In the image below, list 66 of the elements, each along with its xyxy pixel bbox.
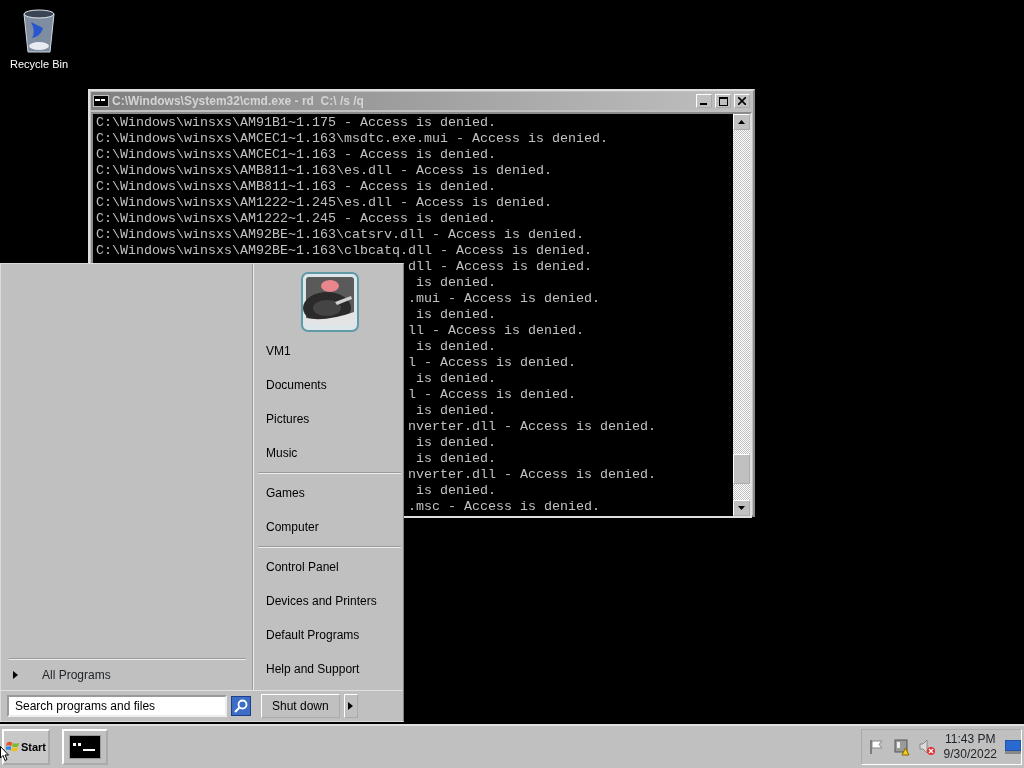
console-line: is denied.: [415, 451, 496, 466]
speaker-muted-icon[interactable]: [917, 738, 936, 756]
menu-item[interactable]: VM1: [258, 334, 401, 368]
shut-down-options-button[interactable]: [343, 694, 358, 718]
down-arrow-icon: [738, 506, 745, 510]
console-line: .msc - Access is denied.: [408, 499, 600, 514]
console-line: C:\Windows\winsxs\AMB811~1.163\es.dll - Access is denied.: [96, 163, 552, 178]
console-line: dll - Access is denied.: [408, 259, 592, 274]
console-line: C:\Windows\winsxs\AMCEC1~1.163 - Access is denied.: [96, 147, 496, 162]
console-line: C:\Windows\winsxs\AM1222~1.245\es.dll - Access is denied.: [96, 195, 552, 210]
all-programs-item[interactable]: All Programs: [9, 658, 246, 684]
console-line: is denied.: [415, 403, 496, 418]
scroll-down-button[interactable]: [733, 500, 750, 516]
menu-item[interactable]: Computer: [258, 510, 401, 544]
console-line: l - Access is denied.: [408, 387, 576, 402]
console-line: nverter.dll - Access is denied.: [408, 419, 656, 434]
clock-time: 11:43 PM: [945, 732, 996, 747]
menu-item[interactable]: Music: [258, 436, 401, 470]
console-line: C:\Windows\winsxs\AM91B1~1.175 - Access is denied.: [96, 115, 496, 130]
network-warning-icon[interactable]: [891, 738, 910, 756]
menu-item[interactable]: Control Panel: [258, 550, 401, 584]
console-line: is denied.: [415, 275, 496, 290]
icon-label: Recycle Bin: [9, 57, 69, 72]
console-line: C:\Windows\winsxs\AM92BE~1.163\catsrv.dll - Access is denied.: [96, 227, 584, 242]
mouse-cursor-icon: [0, 745, 10, 763]
maximize-button[interactable]: [715, 94, 731, 108]
start-button[interactable]: Start: [2, 729, 50, 765]
console-line: ll - Access is denied.: [408, 323, 584, 338]
window-title: C:\Windows\System32\cmd.exe - rd C:\ /s /q: [112, 93, 365, 110]
console-icon: [93, 95, 109, 107]
console-line: is denied.: [415, 307, 496, 322]
close-icon: [738, 97, 746, 105]
search-button[interactable]: [231, 696, 251, 716]
console-line: nverter.dll - Access is denied.: [408, 467, 656, 482]
console-line: l - Access is denied.: [408, 355, 576, 370]
console-line: C:\Windows\winsxs\AMB811~1.163 - Access is denied.: [96, 179, 496, 194]
arrow-icon: [348, 702, 354, 710]
console-line: C:\Windows\winsxs\AM92BE~1.163\clbcatq.dll - Access is denied.: [96, 243, 592, 258]
menu-item[interactable]: Help and Support: [258, 652, 401, 686]
menu-item[interactable]: Documents: [258, 368, 401, 402]
console-taskbar-button[interactable]: [62, 729, 108, 765]
menu-item[interactable]: Pictures: [258, 402, 401, 436]
up-arrow-icon: [738, 120, 745, 124]
menu-item[interactable]: Default Programs: [258, 618, 401, 652]
console-line: is denied.: [415, 339, 496, 354]
console-line: is denied.: [415, 371, 496, 386]
search-field[interactable]: Search programs and files: [7, 695, 227, 717]
scroll-thumb[interactable]: [733, 454, 750, 484]
console-icon: [69, 735, 101, 759]
console-line: .mui - Access is denied.: [408, 291, 600, 306]
scrollbar[interactable]: [733, 114, 750, 516]
menu-item[interactable]: Devices and Printers: [258, 584, 401, 618]
clock-date: 9/30/2022: [943, 747, 997, 762]
console-line: C:\Windows\winsxs\AM1222~1.245 - Access is denied.: [96, 211, 496, 226]
console-line: is denied.: [415, 483, 496, 498]
clock[interactable]: 11:43 PM 9/30/2022: [943, 732, 997, 762]
menu-item[interactable]: Games: [258, 476, 401, 510]
scroll-up-button[interactable]: [733, 114, 750, 130]
minimize-button[interactable]: [696, 94, 712, 108]
shut-down-button[interactable]: Shut down: [261, 694, 340, 718]
console-line: C:\Windows\winsxs\AMCEC1~1.163\msdtc.exe.mui - Access is denied.: [96, 131, 608, 146]
arrow-icon: [13, 671, 18, 679]
maximize-icon: [718, 96, 728, 106]
close-button[interactable]: [734, 94, 750, 108]
console-line: is denied.: [415, 435, 496, 450]
flag-icon[interactable]: [867, 739, 884, 755]
